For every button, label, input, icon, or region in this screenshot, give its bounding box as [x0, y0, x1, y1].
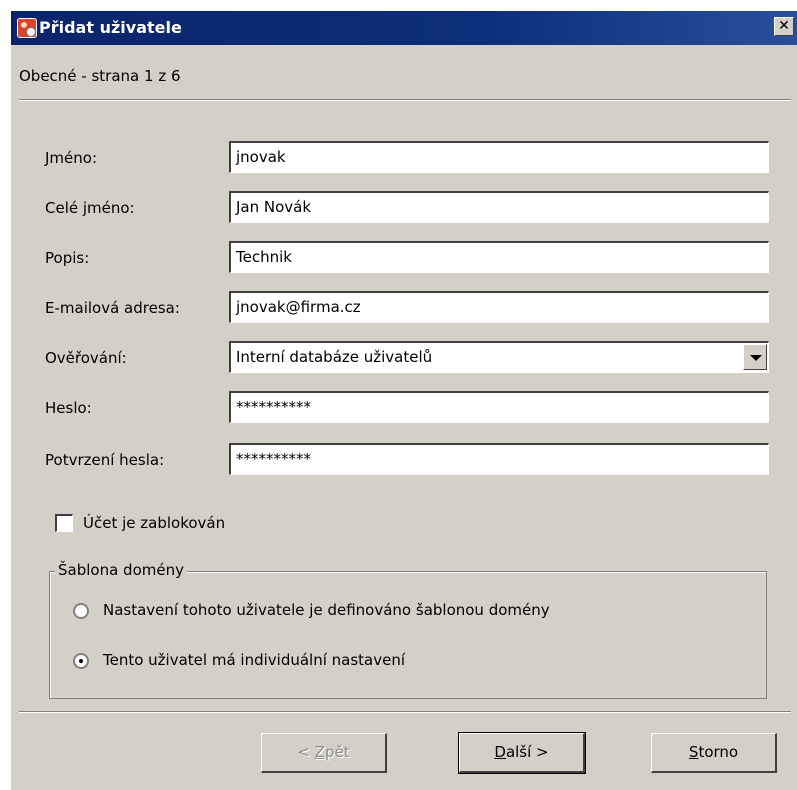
domain-template-title: Šablona domény	[55, 561, 187, 579]
radio-domain-template-label[interactable]: Nastavení tohoto uživatele je definováno…	[103, 601, 550, 619]
page-subtitle: Obecné - strana 1 z 6	[19, 67, 181, 85]
cancel-button[interactable]: Storno	[651, 733, 777, 773]
domain-template-group	[49, 571, 767, 699]
auth-select-value: Interní databáze uživatelů	[236, 348, 433, 366]
window-title: Přidat uživatele	[39, 18, 182, 37]
password-label: Heslo:	[45, 399, 92, 417]
fullname-label: Celé jméno:	[45, 199, 135, 217]
username-label: Jméno:	[45, 149, 98, 167]
account-locked-label[interactable]: Účet je zablokován	[83, 514, 225, 532]
email-label: E-mailová adresa:	[45, 299, 180, 317]
title-bar[interactable]: Přidat uživatele ✕	[11, 11, 797, 45]
add-user-dialog: Přidat uživatele ✕ Obecné - strana 1 z 6…	[10, 10, 797, 790]
auth-select[interactable]: Interní databáze uživatelů	[229, 341, 769, 373]
chevron-down-icon[interactable]	[743, 344, 767, 370]
account-locked-checkbox[interactable]	[55, 514, 73, 532]
auth-label: Ověřování:	[45, 349, 127, 367]
password-confirm-field[interactable]: **********	[229, 443, 769, 475]
back-mnemonic: Z	[314, 743, 325, 761]
email-field[interactable]: jnovak@firma.cz	[229, 291, 769, 323]
header-divider	[19, 99, 791, 101]
fullname-field[interactable]: Jan Novák	[229, 191, 769, 223]
close-button[interactable]: ✕	[774, 17, 794, 36]
username-field[interactable]: jnovak	[229, 141, 769, 173]
back-button[interactable]: < Zpět	[261, 733, 387, 773]
next-mnemonic: D	[494, 743, 506, 761]
back-prefix: <	[297, 743, 315, 761]
description-field[interactable]: Technik	[229, 241, 769, 273]
footer-divider	[19, 711, 791, 713]
back-rest: pět	[324, 743, 350, 761]
user-add-icon	[17, 18, 37, 38]
cancel-mnemonic: S	[688, 743, 699, 761]
description-label: Popis:	[45, 249, 90, 267]
cancel-rest: torno	[698, 743, 739, 761]
next-button[interactable]: Další >	[458, 732, 586, 774]
radio-individual-settings[interactable]	[73, 653, 89, 669]
radio-individual-settings-label[interactable]: Tento uživatel má individuální nastavení	[103, 651, 405, 669]
radio-domain-template[interactable]	[73, 603, 89, 619]
next-rest: alší >	[505, 743, 549, 761]
password-field[interactable]: **********	[229, 391, 769, 423]
password-confirm-label: Potvrzení hesla:	[45, 451, 165, 469]
